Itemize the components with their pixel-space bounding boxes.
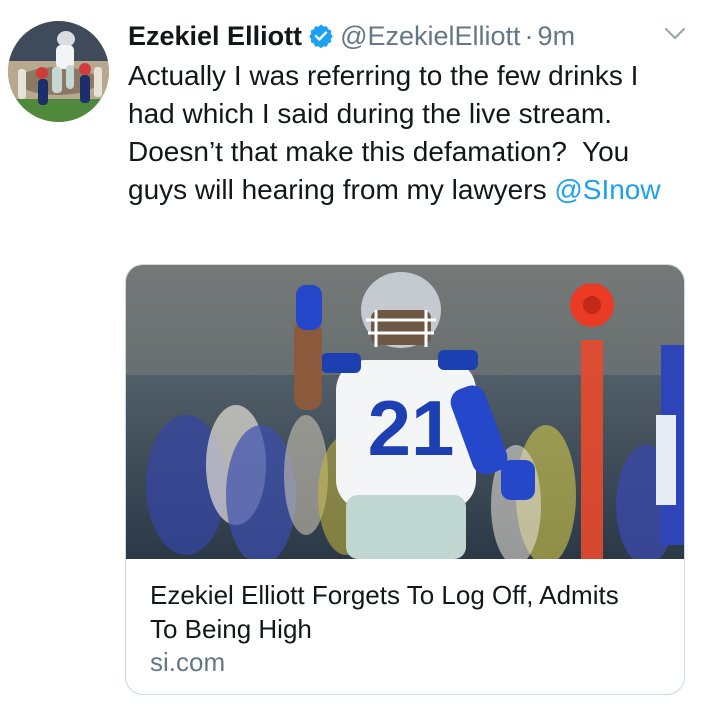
card-domain: si.com bbox=[150, 647, 226, 677]
card-image: 21 bbox=[126, 265, 684, 559]
tweet[interactable]: Ezekiel Elliott @EzekielElliott · 9m Act… bbox=[0, 0, 707, 707]
separator-dot: · bbox=[524, 20, 534, 51]
avatar[interactable] bbox=[8, 21, 109, 122]
tweet-text: Actually I was referring to the few drin… bbox=[128, 57, 688, 209]
link-card[interactable]: 21 Ezekiel Elliott Forgets To Log Off, A… bbox=[125, 264, 685, 695]
card-title[interactable]: Ezekiel Elliott Forgets To Log Off, Admi… bbox=[150, 578, 650, 646]
timestamp[interactable]: 9m bbox=[538, 21, 576, 52]
verified-badge-icon bbox=[308, 23, 334, 49]
author-handle[interactable]: @EzekielElliott bbox=[340, 21, 520, 52]
chevron-down-icon[interactable] bbox=[663, 26, 687, 42]
author-name[interactable]: Ezekiel Elliott bbox=[128, 21, 302, 52]
tweet-header: Ezekiel Elliott @EzekielElliott · 9m bbox=[128, 18, 575, 54]
mention-link[interactable]: @SInow bbox=[554, 174, 660, 205]
jersey-number: 21 bbox=[368, 384, 455, 472]
avatar-photo bbox=[8, 21, 109, 122]
